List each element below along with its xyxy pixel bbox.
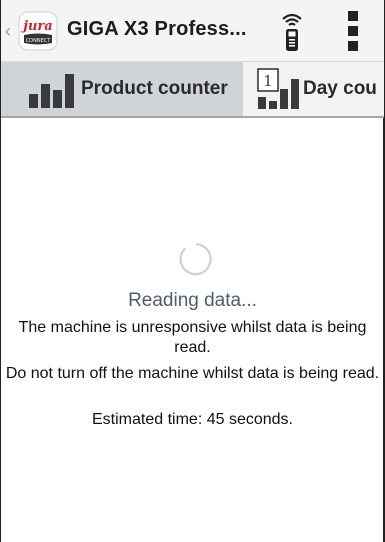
bar-chart-icon [29,74,74,108]
status-message-unresponsive: The machine is unresponsive whilst data … [18,319,367,356]
jura-connect-logo: jura CONNECT [18,11,58,51]
overflow-menu-icon[interactable] [347,10,359,52]
tab-strip: Product counter 1 Day cou [1,62,384,118]
tab-label-day-counter: Day cou [303,78,377,99]
app-title: GIGA X3 Profess... [67,18,247,40]
status-title: Reading data... [128,290,257,311]
loading-spinner-icon [179,243,212,276]
calendar-bar-chart-icon: 1 [257,68,299,109]
app-screen: ‹ jura CONNECT GIGA X3 Profess... Produc… [0,0,385,542]
logo-badge-text: CONNECT [26,38,52,44]
remote-control-icon[interactable] [280,10,304,52]
chevron-left-icon[interactable]: ‹ [5,22,15,40]
svg-text:1: 1 [263,72,273,90]
tab-product-counter[interactable]: Product counter [1,62,243,116]
status-message-do-not-turn-off: Do not turn off the machine whilst data … [5,365,380,382]
tab-label-product-counter: Product counter [81,78,228,99]
logo-brand-text: jura [20,19,52,34]
status-message-estimated-time: Estimated time: 45 seconds. [92,411,293,428]
app-bar: ‹ jura CONNECT GIGA X3 Profess... [1,0,384,62]
